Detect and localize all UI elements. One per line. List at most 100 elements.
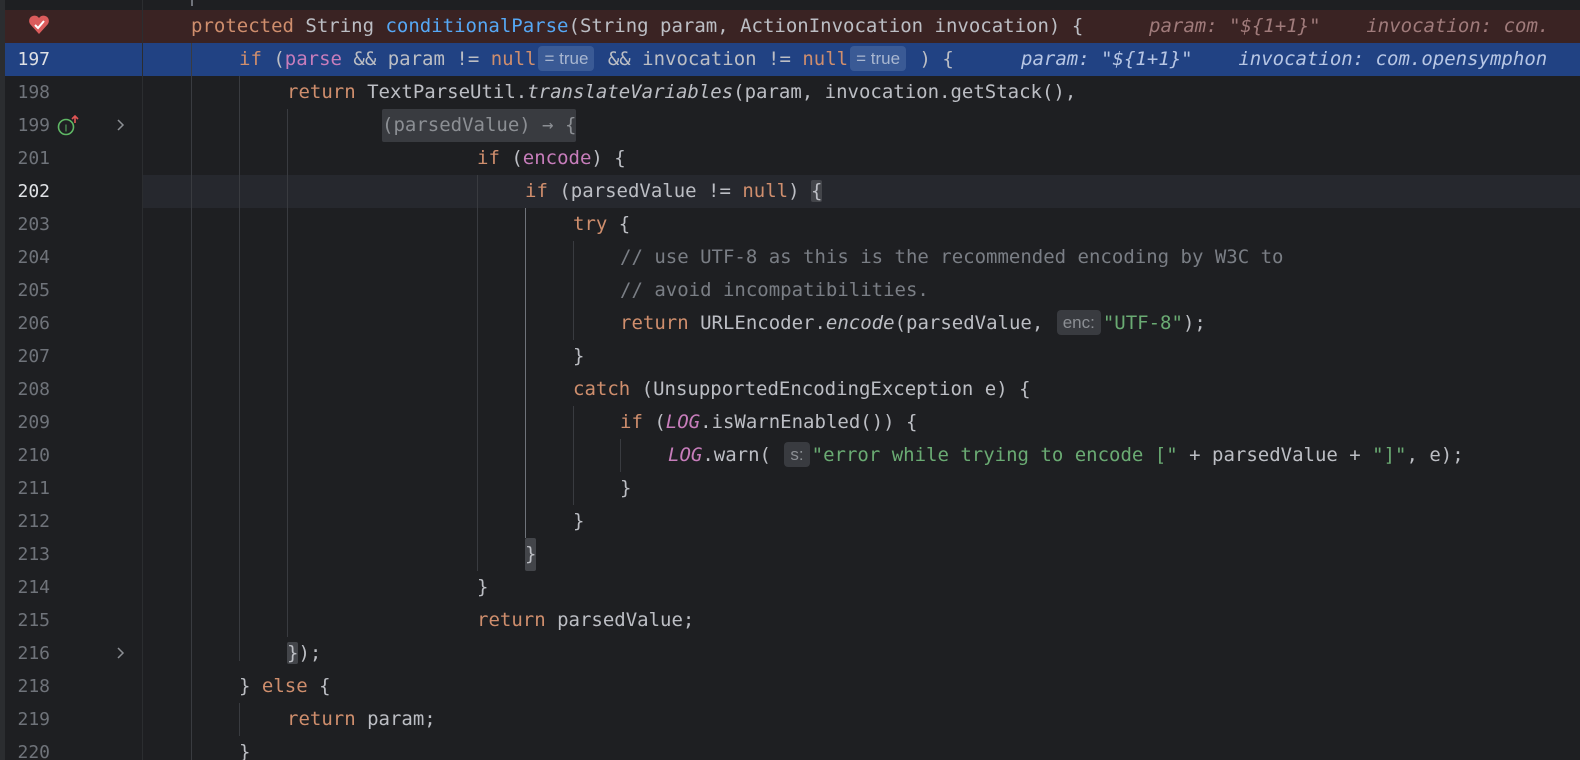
breakpoint-icon[interactable] [27, 13, 51, 42]
line-number[interactable]: 214 [8, 571, 50, 604]
code-line[interactable]: } [143, 340, 1580, 373]
line-number[interactable]: 209 [8, 406, 50, 439]
code-token: ( [499, 147, 523, 169]
code-token: String [293, 15, 386, 37]
code-line[interactable]: (parsedValue) → { [143, 109, 1580, 142]
code-token: .warn( [702, 444, 783, 466]
code-token: TextParseUtil. [355, 81, 528, 103]
string-literal: "error while trying to encode [" [811, 444, 1178, 466]
code-token: parsedValue; [545, 609, 695, 631]
code-editor[interactable]: 197 198 199 I 201 202 203 204 205 206 20… [0, 0, 1580, 760]
line-number[interactable]: 199 [8, 109, 50, 142]
method-name: encode [825, 312, 895, 334]
keyword: return [477, 609, 546, 631]
keyword: return [620, 312, 689, 334]
line-number[interactable]: 219 [8, 703, 50, 736]
code-token: .isWarnEnabled()) { [700, 411, 918, 433]
keyword: return [287, 708, 356, 730]
code-token: { [307, 675, 331, 697]
code-line[interactable]: try { [143, 208, 1580, 241]
code-line[interactable]: // use UTF-8 as this is the recommended … [143, 241, 1580, 274]
line-number-current[interactable]: 202 [8, 175, 50, 208]
execution-point-line[interactable]: if (parse && param != null = true && invo… [143, 43, 1580, 76]
collapsed-brace[interactable]: } [287, 642, 299, 664]
code-token: URLEncoder. [688, 312, 826, 334]
code-line[interactable]: catch (UnsupportedEncodingException e) { [143, 373, 1580, 406]
indent-guide [191, 43, 192, 760]
keyword: if [525, 180, 548, 202]
breakpoint-line[interactable]: protected String conditionalParse(String… [143, 10, 1580, 43]
line-number[interactable]: 207 [8, 340, 50, 373]
code-line[interactable]: // avoid incompatibilities. [143, 274, 1580, 307]
code-token: ); [298, 642, 322, 664]
implements-method-icon[interactable]: I [56, 114, 80, 143]
line-number[interactable]: 208 [8, 373, 50, 406]
code-line[interactable]: return parsedValue; [143, 604, 1580, 637]
code-line[interactable]: } [143, 505, 1580, 538]
code-token: && param != [341, 48, 491, 70]
code-line[interactable]: if (encode) { [143, 142, 1580, 175]
breakpoint-line-gutter-highlight [5, 10, 142, 43]
keyword: null [742, 180, 789, 202]
code-line[interactable]: } [143, 736, 1580, 760]
chevron-right-icon[interactable] [113, 116, 129, 139]
line-number[interactable]: 197 [8, 43, 50, 76]
code-token: } [239, 741, 251, 760]
method-name: conditionalParse [385, 15, 569, 37]
line-number[interactable]: 206 [8, 307, 50, 340]
keyword: try [573, 213, 608, 235]
line-number[interactable]: 218 [8, 670, 50, 703]
keyword: null [802, 48, 849, 70]
code-area[interactable]: protected String conditionalParse(String… [143, 0, 1580, 760]
code-token: (parsedValue != [547, 180, 743, 202]
line-number[interactable]: 201 [8, 142, 50, 175]
line-number[interactable]: 210 [8, 439, 50, 472]
code-token: (param, invocation.getStack(), [733, 81, 1077, 103]
code-line[interactable]: LOG.warn( s: "error while trying to encod… [143, 439, 1580, 472]
string-literal: "]" [1372, 444, 1407, 466]
code-line[interactable]: if (LOG.isWarnEnabled()) { [143, 406, 1580, 439]
code-token: ) [788, 180, 812, 202]
code-token: ) { [908, 48, 954, 70]
chevron-right-icon[interactable] [113, 644, 129, 667]
line-number[interactable]: 220 [8, 736, 50, 760]
editor-gutter[interactable]: 197 198 199 I 201 202 203 204 205 206 20… [0, 0, 143, 760]
keyword: if [620, 411, 643, 433]
method-name: translateVariables [527, 81, 734, 103]
line-number[interactable]: 198 [8, 76, 50, 109]
caret-line[interactable]: if (parsedValue != null) { [143, 175, 1580, 208]
code-token: && invocation != [596, 48, 803, 70]
line-number[interactable]: 204 [8, 241, 50, 274]
keyword: catch [573, 378, 631, 400]
matched-brace: { [811, 180, 823, 202]
indent-guide [477, 175, 478, 571]
keyword: return [287, 81, 356, 103]
code-line[interactable]: }); [143, 637, 1580, 670]
line-number[interactable]: 215 [8, 604, 50, 637]
code-line[interactable]: } [143, 571, 1580, 604]
line-number[interactable]: 203 [8, 208, 50, 241]
code-line[interactable]: } [143, 472, 1580, 505]
code-comment: // avoid incompatibilities. [620, 279, 929, 301]
code-line[interactable]: return URLEncoder.encode(parsedValue, en… [143, 307, 1580, 340]
code-line[interactable]: return TextParseUtil.translateVariables(… [143, 76, 1580, 109]
code-line[interactable]: } [143, 538, 1580, 571]
code-line[interactable]: } else { [143, 670, 1580, 703]
line-number[interactable]: 205 [8, 274, 50, 307]
code-line[interactable]: return param; [143, 703, 1580, 736]
code-token: } [477, 576, 489, 598]
field-name: encode [522, 147, 592, 169]
keyword: else [261, 675, 308, 697]
indent-guide-active [525, 208, 526, 538]
keyword: protected [191, 15, 294, 37]
keyword: if [239, 48, 262, 70]
line-number[interactable]: 211 [8, 472, 50, 505]
code-token: } [573, 345, 585, 367]
collapsed-lambda-hint[interactable]: (parsedValue) → { [382, 109, 577, 142]
line-number[interactable]: 212 [8, 505, 50, 538]
indent-guide [287, 109, 288, 637]
code-token: } [239, 675, 262, 697]
line-number[interactable]: 216 [8, 637, 50, 670]
line-number[interactable]: 213 [8, 538, 50, 571]
code-token: + parsedValue + [1177, 444, 1373, 466]
